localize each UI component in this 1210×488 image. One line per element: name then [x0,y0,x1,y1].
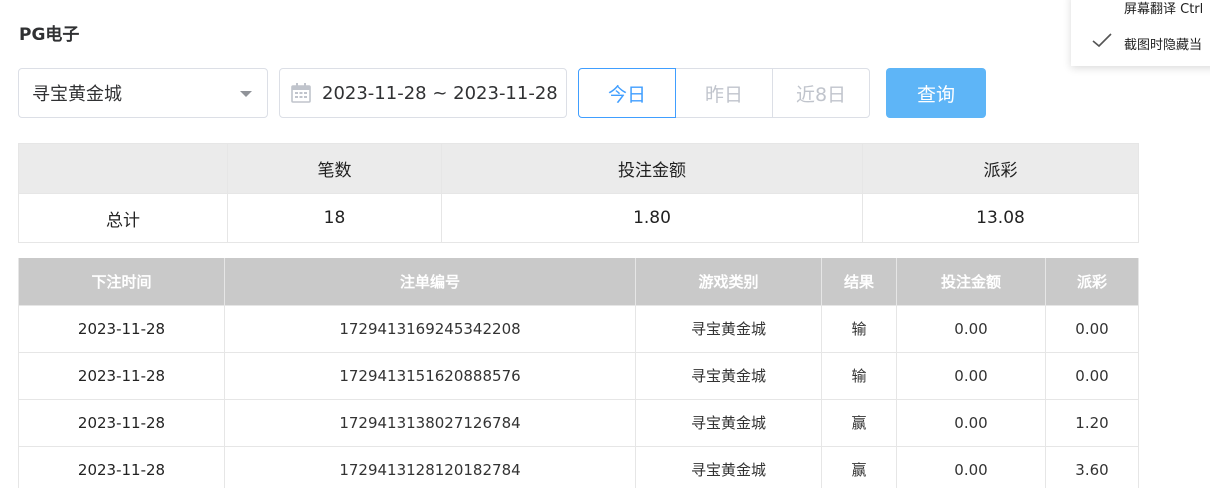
game-select[interactable]: 寻宝黄金城 [18,68,268,118]
caret-down-icon [240,91,252,97]
check-icon [1092,33,1112,48]
header-bet-time: 下注时间 [18,258,225,305]
quick-date-group: 今日 昨日 近8日 [578,68,870,118]
header-game-category: 游戏类别 [635,258,822,305]
summary-total-payout: 13.08 [862,193,1139,243]
cell-bet-time: 2023-11-28 [18,351,225,400]
header-bet-amount: 投注金额 [896,258,1046,305]
summary-header-row: 笔数 投注金额 派彩 [18,143,1139,194]
bet-detail-table: 下注时间 注单编号 游戏类别 结果 投注金额 派彩 2023-11-28 172… [18,258,1139,488]
summary-header-payout: 派彩 [862,143,1139,194]
query-button[interactable]: 查询 [886,68,986,118]
yesterday-button[interactable]: 昨日 [675,68,773,118]
cell-bet-amount: 0.00 [896,351,1046,400]
cell-result: 输 [821,351,897,400]
summary-total-label: 总计 [18,193,228,243]
summary-table: 笔数 投注金额 派彩 总计 18 1.80 13.08 [18,143,1139,243]
menu-item-screen-translate[interactable]: 屏幕翻译 Ctrl [1124,0,1203,17]
page-title: PG电子 [19,25,80,45]
detail-header-row: 下注时间 注单编号 游戏类别 结果 投注金额 派彩 [18,258,1139,305]
cell-order-number: 1729413128120182784 [224,445,636,488]
cell-result: 赢 [821,398,897,447]
table-row: 2023-11-28 1729413128120182784 寻宝黄金城 赢 0… [18,445,1139,488]
summary-header-count: 笔数 [227,143,442,194]
cell-game-category: 寻宝黄金城 [635,351,822,400]
cell-result: 输 [821,304,897,353]
summary-header-bet-amount: 投注金额 [441,143,863,194]
last-8-days-button[interactable]: 近8日 [772,68,870,118]
header-result: 结果 [821,258,897,305]
cell-payout: 1.20 [1045,398,1139,447]
table-row: 2023-11-28 1729413169245342208 寻宝黄金城 输 0… [18,304,1139,353]
summary-total-bet: 1.80 [441,193,863,243]
date-range-picker[interactable]: 2023-11-28 ~ 2023-11-28 [279,68,567,118]
cell-bet-amount: 0.00 [896,445,1046,488]
cell-bet-amount: 0.00 [896,304,1046,353]
cell-bet-amount: 0.00 [896,398,1046,447]
cell-order-number: 1729413151620888576 [224,351,636,400]
cell-game-category: 寻宝黄金城 [635,445,822,488]
cell-payout: 0.00 [1045,351,1139,400]
menu-item-hide-on-screenshot[interactable]: 截图时隐藏当 [1124,34,1202,53]
context-menu: 屏幕翻译 Ctrl 截图时隐藏当 [1071,0,1210,66]
cell-bet-time: 2023-11-28 [18,445,225,488]
summary-header-blank [18,143,228,194]
cell-result: 赢 [821,445,897,488]
cell-order-number: 1729413169245342208 [224,304,636,353]
game-select-value: 寻宝黄金城 [32,84,122,105]
table-row: 2023-11-28 1729413138027126784 寻宝黄金城 赢 0… [18,398,1139,447]
header-payout: 派彩 [1045,258,1139,305]
cell-bet-time: 2023-11-28 [18,398,225,447]
table-row: 2023-11-28 1729413151620888576 寻宝黄金城 输 0… [18,351,1139,400]
today-button[interactable]: 今日 [578,68,676,118]
header-order-number: 注单编号 [224,258,636,305]
cell-payout: 3.60 [1045,445,1139,488]
cell-bet-time: 2023-11-28 [18,304,225,353]
cell-order-number: 1729413138027126784 [224,398,636,447]
summary-total-count: 18 [227,193,442,243]
cell-payout: 0.00 [1045,304,1139,353]
summary-total-row: 总计 18 1.80 13.08 [18,193,1139,243]
calendar-icon [291,83,311,103]
cell-game-category: 寻宝黄金城 [635,398,822,447]
date-range-value: 2023-11-28 ~ 2023-11-28 [322,82,558,104]
cell-game-category: 寻宝黄金城 [635,304,822,353]
